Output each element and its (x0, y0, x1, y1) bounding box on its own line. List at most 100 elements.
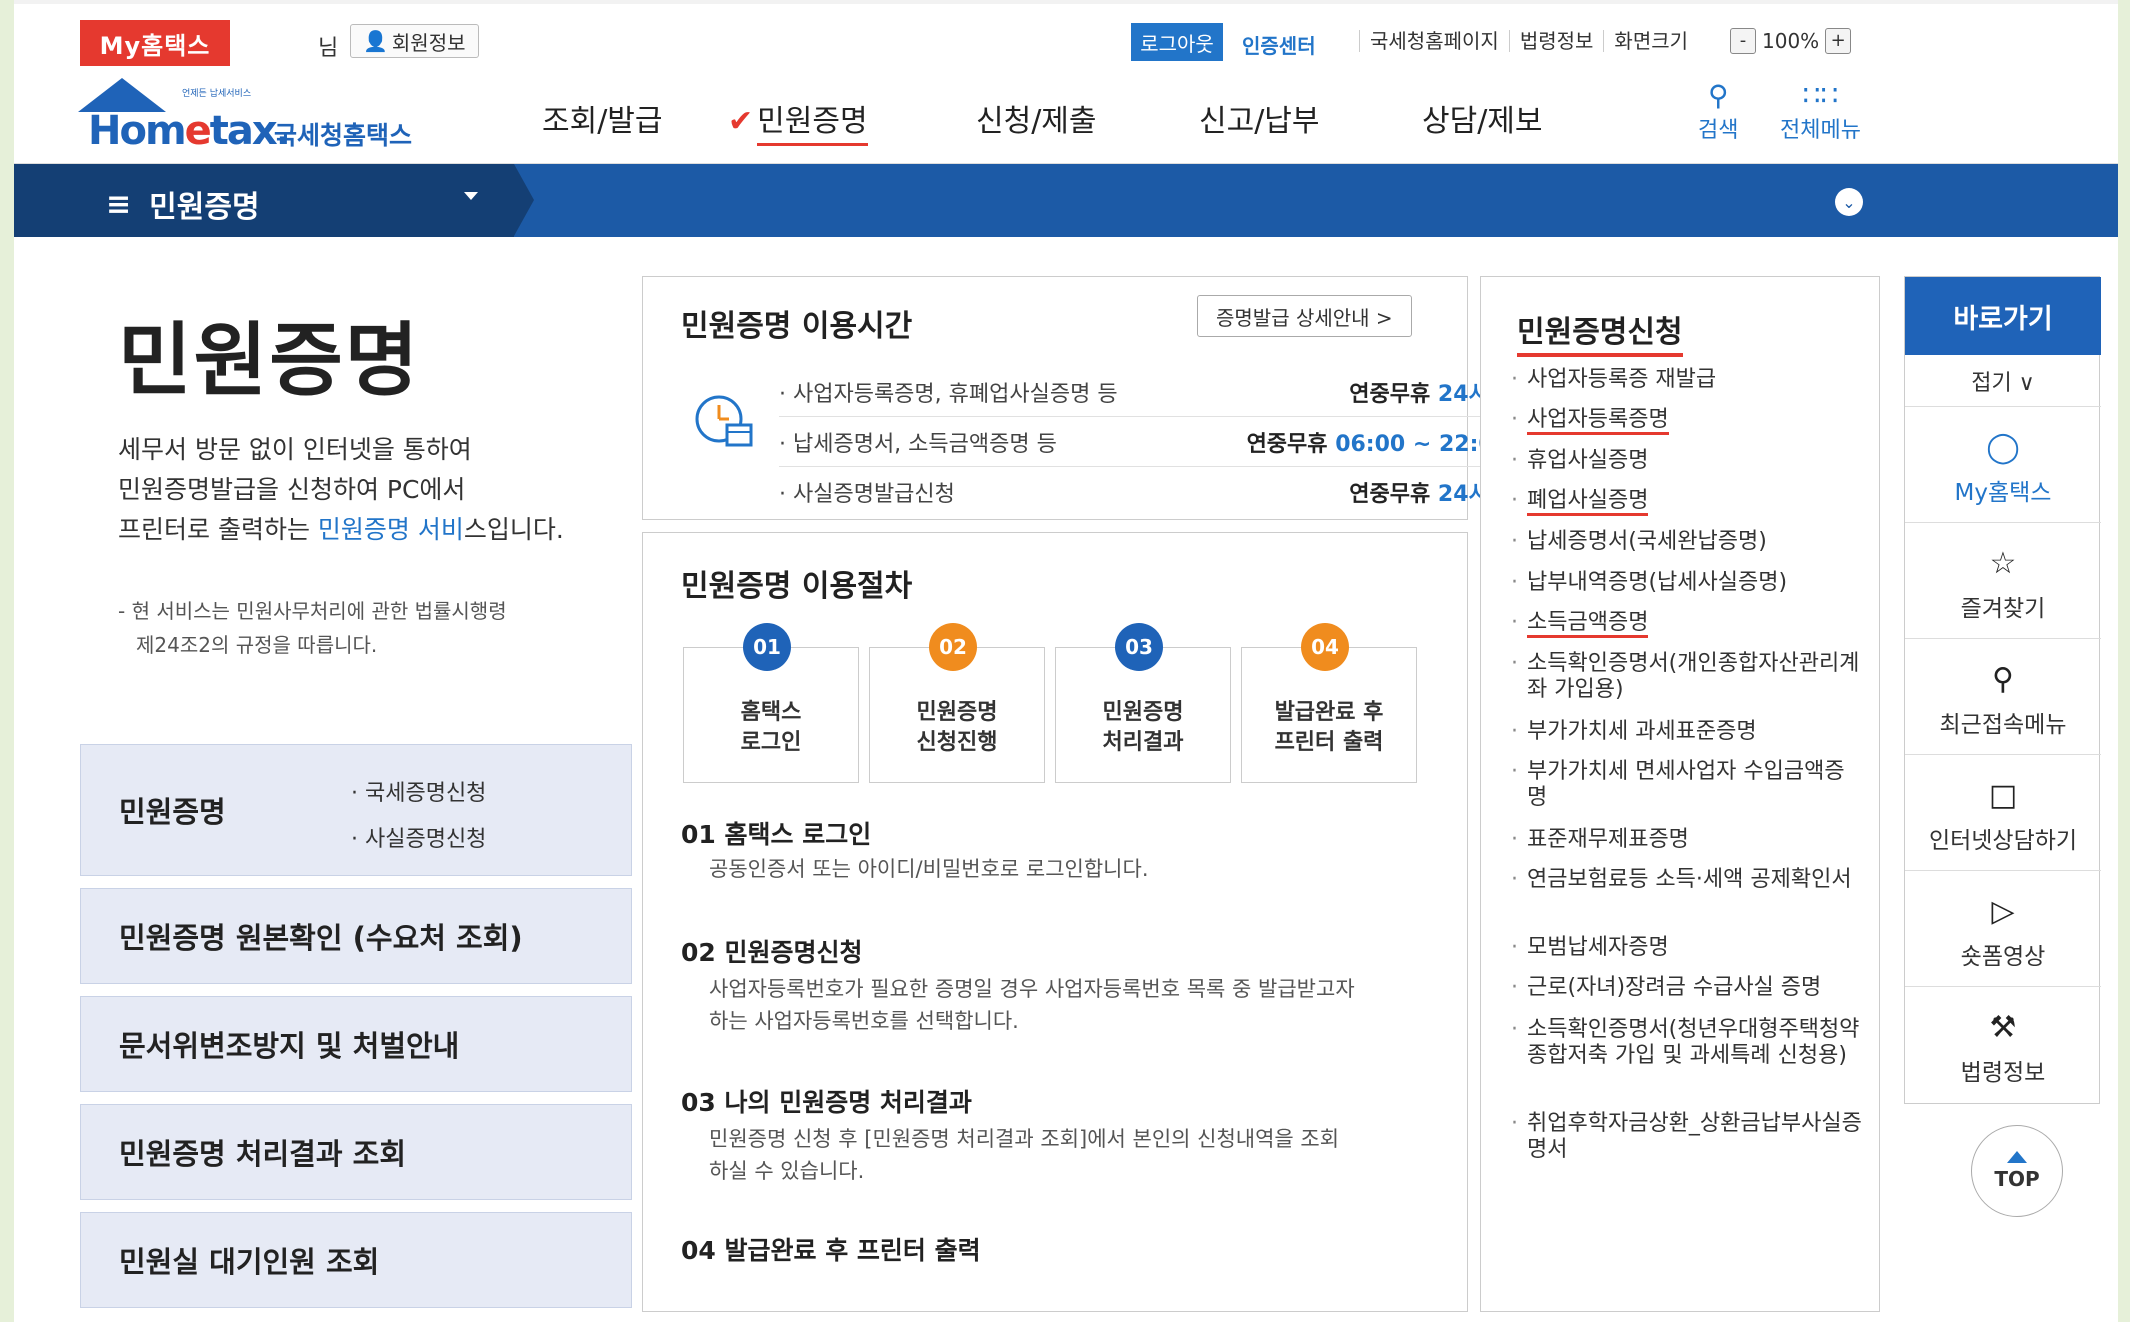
fact-cert-link[interactable]: · 사실증명신청 (351, 817, 486, 863)
civil-cert-box-title: 민원증명 (119, 795, 226, 829)
civil-cert-box[interactable]: 민원증명 · 국세증명신청 · 사실증명신청 (80, 744, 632, 876)
quick-recent-menu[interactable]: ⚲ 최근접속메뉴 (1905, 639, 2101, 755)
page-description: 세무서 방문 없이 인터넷을 통하여 민원증명발급을 신청하여 PC에서 프린터… (118, 435, 564, 544)
zoom-out-button[interactable]: - (1730, 28, 1756, 54)
quick-my-hometax[interactable]: ◯ My홈택스 (1905, 407, 2101, 523)
logo-wordmark: Hometax. (88, 108, 291, 154)
nav-civil-cert[interactable]: ✔ 민원증명 (728, 96, 868, 146)
page: My홈택스 님 👤 회원정보 로그아웃 인증센터 국세청홈페이지 법령정보 화면… (14, 0, 2118, 1322)
apply-item-link[interactable]: 부가가치세 면세사업자 수입금액증명 (1509, 759, 1863, 811)
nav-apply[interactable]: 신청/제출 (976, 96, 1097, 140)
procedure-desc: 공동인증서 또는 아이디/비밀번호로 로그인합니다. (709, 857, 1149, 881)
dropdown-caret-icon[interactable] (464, 192, 478, 200)
result-inquiry-box[interactable]: 민원증명 처리결과 조회 (80, 1104, 632, 1200)
hours-title: 민원증명 이용시간 (681, 309, 913, 344)
logout-button[interactable]: 로그아웃 (1131, 23, 1223, 61)
apply-list-title: 민원증명신청 (1517, 307, 1683, 357)
apply-item-link[interactable]: 납부내역증명(납세사실증명) (1509, 570, 1863, 596)
detail-guide-button[interactable]: 증명발급 상세안내 > (1197, 295, 1412, 337)
main-navigation: 언제든 납세서비스 Hometax. 국세청홈택스 조회/발급 ✔ 민원증명 신청… (14, 62, 2118, 164)
logo-tagline: 언제든 납세서비스 (182, 89, 252, 99)
tax-cert-link[interactable]: · 국세증명신청 (351, 771, 486, 817)
apply-item-link[interactable]: 폐업사실증명 (1509, 488, 1863, 516)
all-menu-label: 전체메뉴 (1780, 118, 1861, 143)
hometax-logo[interactable]: 언제든 납세서비스 Hometax. 국세청홈택스 (78, 72, 438, 154)
procedure-title: 민원증명 이용절차 (681, 569, 913, 604)
apply-item-link[interactable]: 취업후학자금상환_상환금납부사실증명서 (1509, 1111, 1863, 1163)
forgery-prevention-box[interactable]: 문서위변조방지 및 처벌안내 (80, 996, 632, 1092)
step-number-badge: 02 (929, 623, 977, 671)
monitor-icon: □ (1988, 778, 2018, 813)
search-button[interactable]: ⚲ 검색 (1698, 80, 1738, 144)
nav-report[interactable]: 신고/납부 (1199, 96, 1320, 140)
procedure-heading: 03 나의 민원증명 처리결과 (681, 1088, 972, 1117)
member-info-button[interactable]: 👤 회원정보 (350, 24, 479, 58)
apply-item-link[interactable]: 부가가치세 과세표준증명 (1509, 719, 1863, 745)
step-number-badge: 03 (1115, 623, 1163, 671)
zoom-in-button[interactable]: + (1825, 28, 1852, 54)
section-selector-bg (14, 164, 514, 237)
quick-law-info[interactable]: ⚒ 법령정보 (1905, 987, 2101, 1103)
expand-circle-icon[interactable]: ⌄ (1835, 188, 1863, 216)
step-number-badge: 04 (1301, 623, 1349, 671)
star-icon: ☆ (1989, 546, 2017, 581)
step-number-badge: 01 (743, 623, 791, 671)
section-arrow (514, 164, 534, 236)
up-arrow-icon (2007, 1151, 2027, 1163)
quick-menu-fold-button[interactable]: 접기 ∨ (1905, 355, 2101, 407)
user-suffix: 님 (318, 36, 339, 61)
apply-item-link[interactable]: 사업자등록증 재발급 (1509, 367, 1863, 393)
logo-korean: 국세청홈택스 (274, 121, 413, 150)
logo-roof-icon (78, 78, 166, 112)
apply-item-link[interactable]: 납세증명서(국세완납증명) (1509, 529, 1863, 555)
clock-calendar-icon (695, 395, 753, 447)
quick-shortform-video[interactable]: ▷ 숏폼영상 (1905, 871, 2101, 987)
section-selector[interactable]: ≡ 민원증명 (106, 182, 260, 226)
procedure-heading: 02 민원증명신청 (681, 938, 863, 967)
quick-online-consult[interactable]: □ 인터넷상담하기 (1905, 755, 2101, 871)
apply-item-link[interactable]: 소득금액증명 (1509, 610, 1863, 638)
original-check-box[interactable]: 민원증명 원본확인 (수요처 조회) (80, 888, 632, 984)
zoom-value: 100% (1762, 29, 1820, 53)
apply-item-link[interactable]: 모범납세자증명 (1509, 935, 1863, 961)
apply-list-panel: 민원증명신청 사업자등록증 재발급 사업자등록증명 휴업사실증명 폐업사실증명 … (1480, 276, 1880, 1312)
hours-row: · 납세증명서, 소득금액증명 등 연중무휴 06:00 ~ 22:00 (779, 417, 1523, 467)
apply-item-link[interactable]: 근로(자녀)장려금 수급사실 증명 (1509, 975, 1863, 1001)
quick-menu: 바로가기 접기 ∨ ◯ My홈택스 ☆ 즐겨찾기 ⚲ 최근접속메뉴 □ 인터넷상… (1904, 276, 2101, 1104)
hamburger-icon: ≡ (106, 186, 132, 222)
all-menu-button[interactable]: ∷∷ 전체메뉴 (1780, 80, 1861, 144)
procedure-heading: 04 발급완료 후 프린터 출력 (681, 1236, 981, 1265)
waiting-count-box[interactable]: 민원실 대기인원 조회 (80, 1212, 632, 1308)
my-hometax-button[interactable]: My홈택스 (80, 20, 230, 66)
legal-note: - 현 서비스는 민원사무처리에 관한 법률시행령 제24조2의 규정을 따릅니… (118, 599, 507, 657)
hours-panel: 민원증명 이용시간 증명발급 상세안내 > · 사업자등록증명, 휴폐업사실증명… (642, 276, 1523, 520)
zoom-control: - 100% + (1730, 28, 1852, 54)
recent-search-icon: ⚲ (1992, 662, 2014, 697)
apply-item-link[interactable]: 연금보험료등 소득·세액 공제확인서 (1509, 867, 1863, 893)
quick-favorites[interactable]: ☆ 즐겨찾기 (1905, 523, 2101, 639)
screen-size-label: 화면크기 (1603, 30, 1698, 52)
search-icon: ⚲ (1707, 79, 1729, 112)
utility-bar: My홈택스 님 👤 회원정보 로그아웃 인증센터 국세청홈페이지 법령정보 화면… (14, 0, 2118, 66)
apply-item-link[interactable]: 휴업사실증명 (1509, 448, 1863, 474)
member-info-label: 회원정보 (391, 30, 466, 55)
section-bar: ≡ 민원증명 (14, 164, 2118, 237)
nts-home-link[interactable]: 국세청홈페이지 (1359, 30, 1509, 52)
quick-menu-title: 바로가기 (1905, 277, 2101, 355)
law-info-link[interactable]: 법령정보 (1508, 30, 1604, 52)
apply-item-link[interactable]: 소득확인증명서(개인종합자산관리계좌 가입용) (1509, 651, 1863, 703)
procedure-panel: 민원증명 이용절차 01 홈택스 로그인 02 민원증명 신청진행 03 민원증명 처… (642, 532, 1468, 1312)
nav-inquiry[interactable]: 조회/발급 (542, 96, 663, 140)
page-title: 민원증명 (118, 314, 421, 407)
play-icon: ▷ (1991, 894, 2015, 929)
procedure-desc: 민원증명 신청 후 [민원증명 처리결과 조회]에서 본인의 신청내역을 조회 하… (709, 1127, 1340, 1183)
apply-item-link[interactable]: 소득확인증명서(청년우대형주택청약종합저축 가입 및 과세특례 신청용) (1509, 1017, 1863, 1069)
procedure-heading: 01 홈택스 로그인 (681, 820, 872, 849)
apply-item-link[interactable]: 사업자등록증명 (1509, 407, 1863, 435)
cert-center-link[interactable]: 인증센터 (1242, 30, 1316, 59)
apply-item-link[interactable]: 표준재무제표증명 (1509, 827, 1863, 853)
scroll-top-button[interactable]: TOP (1971, 1125, 2063, 1217)
service-highlight: 민원증명 서비 (317, 515, 464, 544)
nav-consult[interactable]: 상담/제보 (1422, 96, 1543, 140)
util-links: 국세청홈페이지 법령정보 화면크기 (1359, 30, 1698, 52)
